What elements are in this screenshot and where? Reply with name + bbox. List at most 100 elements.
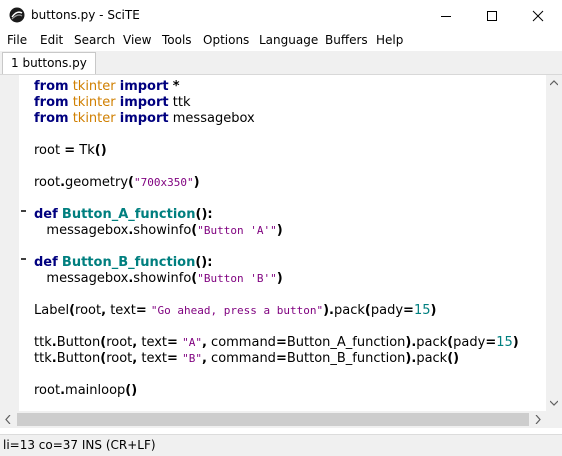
menu-edit[interactable]: Edit: [40, 33, 63, 47]
code-line[interactable]: def Button_A_function():: [34, 207, 519, 223]
code-line[interactable]: [34, 239, 519, 255]
code-token: pack: [416, 351, 448, 366]
code-line[interactable]: from tkinter import *: [34, 79, 519, 95]
code-line[interactable]: [34, 287, 519, 303]
code-token: text: [110, 303, 136, 318]
menu-help[interactable]: Help: [376, 33, 403, 47]
code-token: (): [447, 351, 460, 366]
code-token: ): [276, 271, 283, 286]
code-token: messagebox: [46, 271, 129, 286]
code-token: from: [34, 95, 69, 110]
fold-margin[interactable]: [0, 75, 19, 411]
scite-app-icon: [9, 7, 25, 23]
code-token: root: [106, 335, 133, 350]
code-token: messagebox: [46, 223, 129, 238]
menu-view[interactable]: View: [123, 33, 151, 47]
horizontal-scrollbar[interactable]: [0, 411, 546, 428]
code-text[interactable]: from tkinter import * from tkinter import…: [34, 79, 519, 399]
code-line[interactable]: [34, 159, 519, 175]
code-token: import: [119, 111, 169, 126]
code-line[interactable]: from tkinter import ttk: [34, 95, 519, 111]
code-token: Label: [34, 303, 70, 318]
code-line[interactable]: root.geometry("700x350"): [34, 175, 519, 191]
code-line[interactable]: root.mainloop(): [34, 383, 519, 399]
code-line[interactable]: def Button_B_function():: [34, 255, 519, 271]
code-token: showinfo: [133, 271, 192, 286]
scroll-up-arrow-icon[interactable]: [550, 80, 558, 86]
code-token: from: [34, 111, 69, 126]
code-line[interactable]: [34, 319, 519, 335]
code-token: messagebox: [172, 111, 255, 126]
code-line[interactable]: Label(root, text= "Go ahead, press a but…: [34, 303, 519, 319]
scrollbar-corner: [546, 411, 562, 428]
code-token: =: [135, 303, 147, 318]
menu-tools[interactable]: Tools: [162, 33, 192, 47]
code-token: Tk: [79, 143, 95, 158]
fold-marker-icon[interactable]: [21, 258, 26, 260]
menu-options[interactable]: Options: [203, 33, 249, 47]
horizontal-scroll-thumb[interactable]: [17, 413, 529, 426]
code-token: root: [34, 143, 61, 158]
code-token: pack: [416, 335, 448, 350]
close-icon: [532, 10, 544, 21]
code-token: =: [275, 335, 287, 350]
code-token: ).: [405, 335, 417, 350]
code-token: "B": [182, 352, 202, 365]
code-token: root: [34, 383, 61, 398]
code-token: command: [211, 351, 276, 366]
code-line[interactable]: from tkinter import messagebox: [34, 111, 519, 127]
code-line[interactable]: ttk.Button(root, text= "A", command=Butt…: [34, 335, 519, 351]
scroll-right-arrow-icon[interactable]: [535, 415, 541, 424]
code-token: text: [141, 335, 168, 350]
status-bar: li=13 co=37 INS (CR+LF): [0, 434, 562, 456]
code-token: pady: [453, 335, 486, 350]
tab-buttons-py[interactable]: 1 buttons.py: [2, 52, 96, 74]
code-token: ): [276, 223, 283, 238]
tab-bar: 1 buttons.py: [0, 51, 562, 75]
code-token: Button: [56, 351, 101, 366]
menu-file[interactable]: File: [7, 33, 27, 47]
minimize-button[interactable]: [423, 0, 469, 31]
title-bar: buttons.py - SciTE: [0, 0, 562, 31]
code-line[interactable]: [34, 127, 519, 143]
code-token: root: [106, 351, 133, 366]
code-token: "700x350": [134, 176, 194, 189]
code-token: 15: [496, 335, 513, 350]
code-token: =: [167, 335, 178, 350]
code-line[interactable]: ttk.Button(root, text= "B", command=Butt…: [34, 351, 519, 367]
code-line[interactable]: messagebox.showinfo("Button 'A'"): [34, 223, 519, 239]
code-token: =: [64, 143, 76, 158]
menu-search[interactable]: Search: [74, 33, 115, 47]
code-line[interactable]: [34, 191, 519, 207]
code-token: Button_A_function: [61, 207, 196, 222]
code-editor[interactable]: from tkinter import * from tkinter import…: [0, 75, 546, 411]
menu-language[interactable]: Language: [259, 33, 318, 47]
code-token: root: [75, 303, 102, 318]
close-button[interactable]: [515, 0, 561, 31]
code-token: ttk: [34, 351, 52, 366]
code-line[interactable]: [34, 367, 519, 383]
code-token: "Button 'A'": [197, 224, 277, 237]
code-token: def: [34, 207, 58, 222]
minimize-icon: [441, 15, 451, 17]
vertical-scrollbar[interactable]: [546, 75, 562, 411]
code-token: Button: [56, 335, 101, 350]
code-token: ): [512, 335, 519, 350]
maximize-icon: [487, 10, 497, 21]
code-token: pack: [334, 303, 365, 318]
code-token: pady: [370, 303, 404, 318]
code-token: geometry: [65, 175, 129, 190]
maximize-button[interactable]: [469, 0, 515, 31]
code-token: tkinter: [72, 111, 116, 126]
menu-buffers[interactable]: Buffers: [325, 33, 368, 47]
fold-marker-icon[interactable]: [21, 210, 26, 212]
code-token: def: [34, 255, 58, 270]
scroll-left-arrow-icon[interactable]: [5, 415, 11, 424]
code-token: from: [34, 79, 69, 94]
code-line[interactable]: messagebox.showinfo("Button 'B'"): [34, 271, 519, 287]
scroll-down-arrow-icon[interactable]: [550, 400, 558, 406]
code-token: (): [94, 143, 107, 158]
code-line[interactable]: root = Tk(): [34, 143, 519, 159]
